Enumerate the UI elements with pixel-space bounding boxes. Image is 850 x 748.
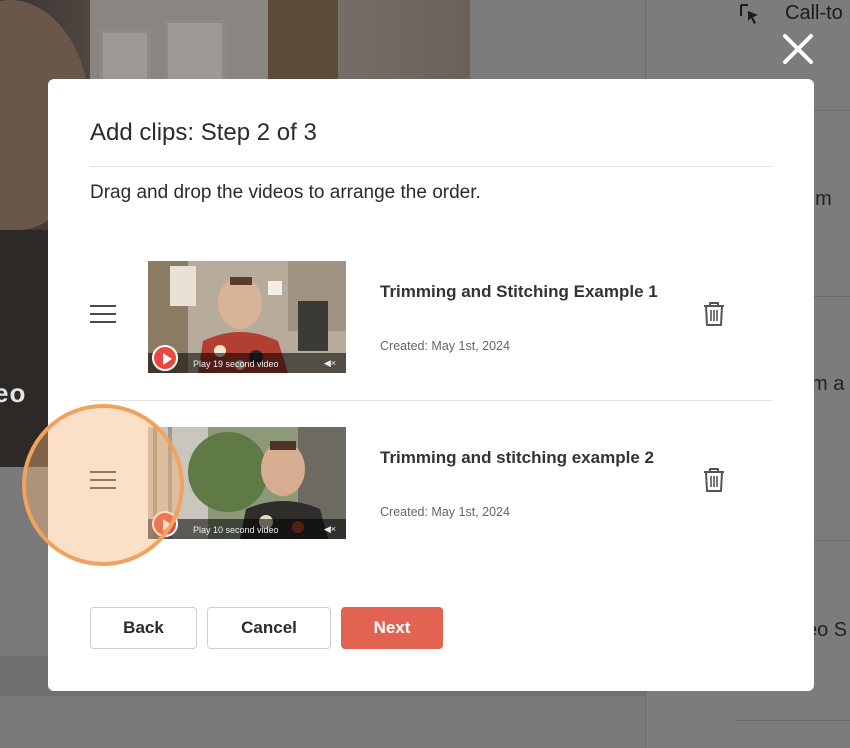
cta-label: Call-to: [785, 2, 843, 24]
add-clips-modal: Add clips: Step 2 of 3 Drag and drop the…: [48, 79, 814, 691]
clip-divider: [90, 400, 772, 401]
play-icon[interactable]: [152, 345, 178, 371]
background-video-text: eo: [0, 378, 27, 408]
mute-icon[interactable]: ◀×: [324, 524, 336, 535]
play-icon[interactable]: [152, 511, 178, 537]
cursor-click-icon: [740, 4, 758, 24]
clip-title: Trimming and Stitching Example 1: [380, 282, 658, 301]
back-button[interactable]: Back: [90, 607, 197, 649]
trash-icon[interactable]: [702, 301, 726, 327]
play-video-label: Play 10 second video: [193, 525, 279, 535]
clip-row[interactable]: Play 10 second video ◀× Trimming and sti…: [90, 427, 772, 552]
drag-handle-icon[interactable]: [90, 471, 118, 493]
background-partial-text-2: m a: [811, 373, 845, 395]
modal-title: Add clips: Step 2 of 3: [90, 119, 317, 146]
clip-row[interactable]: Play 19 second video ◀× Trimming and Sti…: [90, 261, 772, 386]
trash-icon[interactable]: [702, 467, 726, 493]
clip-thumbnail[interactable]: Play 19 second video ◀×: [148, 261, 346, 373]
clip-created-date: Created: May 1st, 2024: [380, 505, 510, 519]
clip-created-date: Created: May 1st, 2024: [380, 339, 510, 353]
play-video-label: Play 19 second video: [193, 359, 279, 369]
next-button[interactable]: Next: [341, 607, 443, 649]
drag-handle-icon[interactable]: [90, 305, 118, 327]
close-icon[interactable]: [781, 32, 815, 66]
cancel-button[interactable]: Cancel: [207, 607, 331, 649]
title-divider: [90, 166, 772, 167]
clip-title: Trimming and stitching example 2: [380, 448, 654, 467]
mute-icon[interactable]: ◀×: [324, 358, 336, 369]
instructions-text: Drag and drop the videos to arrange the …: [90, 182, 481, 203]
clip-thumbnail[interactable]: Play 10 second video ◀×: [148, 427, 346, 539]
